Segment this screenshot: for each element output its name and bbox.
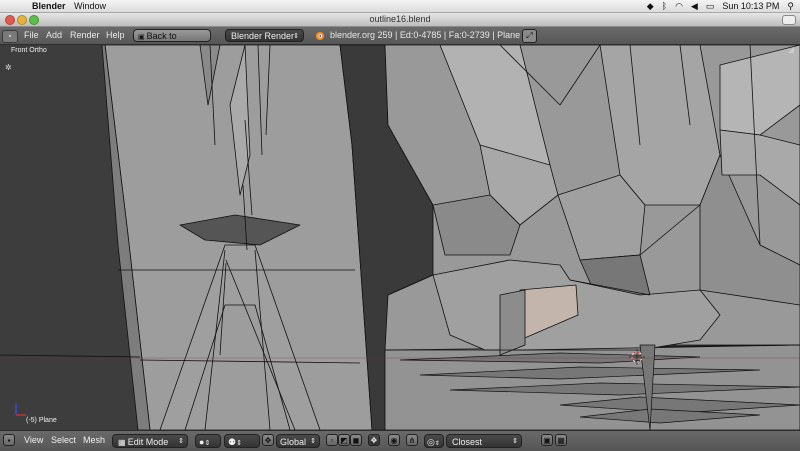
scene-statistics: blender.org 259 | Ed:0-4785 | Fa:0-2739 … xyxy=(330,30,521,40)
back-to-previous-button[interactable]: ▣ Back to Previous xyxy=(133,29,211,55)
orientation-value: Global xyxy=(280,437,307,447)
pivot-point-select[interactable]: ⚉⇕ xyxy=(224,434,260,448)
updown-arrow-icon: ⇕ xyxy=(293,33,299,40)
snap-target-select[interactable]: Closest ⇕ xyxy=(446,434,522,448)
axis-widget-icon xyxy=(15,403,26,416)
3d-viewport[interactable]: Front Ortho ✲ (-5) Plane ◢ xyxy=(0,45,800,430)
transform-orientation-select[interactable]: Global ⇕ xyxy=(276,434,320,448)
editor-type-icon[interactable]: ▪ xyxy=(2,30,18,43)
edge-select-icon[interactable]: ◩ xyxy=(338,434,350,446)
volume-icon[interactable]: ◀ xyxy=(691,0,698,12)
manipulator-toggle-icon[interactable]: ✥ xyxy=(262,434,274,446)
render-engine-value: Blender Render xyxy=(231,31,295,41)
updown-arrow-icon: ⇕ xyxy=(512,438,518,445)
snap-increment-icon: ◎ xyxy=(427,437,435,447)
window-title: outline16.blend xyxy=(369,14,431,24)
spotlight-icon[interactable]: ⚲ xyxy=(787,0,794,12)
mode-value: Edit Mode xyxy=(127,437,169,447)
updown-arrow-icon: ⇕ xyxy=(310,438,316,445)
vertex-select-icon[interactable]: ▫ xyxy=(326,434,338,446)
editor-type-icon[interactable]: ▪ xyxy=(3,434,15,446)
bluetooth-icon[interactable]: ᛒ xyxy=(662,0,667,12)
menu-mesh[interactable]: Mesh xyxy=(83,431,105,450)
pivot-icon: ⚉ xyxy=(228,437,237,447)
render-still-icon[interactable]: ▣ xyxy=(541,434,553,446)
app-menu-blender[interactable]: Blender xyxy=(32,0,66,12)
proportional-edit-icon[interactable]: ◉ xyxy=(388,434,400,446)
updown-arrow-icon: ⇕ xyxy=(204,440,211,447)
fullscreen-icon[interactable]: ⤢ xyxy=(522,29,537,43)
menu-add[interactable]: Add xyxy=(46,27,62,44)
window-titlebar[interactable]: outline16.blend xyxy=(0,13,800,27)
mode-select[interactable]: ▦ Edit Mode ⇕ xyxy=(112,434,188,448)
updown-arrow-icon: ⇕ xyxy=(178,438,184,445)
info-header: ▪ File Add Render Help ▣ Back to Previou… xyxy=(0,27,800,55)
updown-arrow-icon: ⇕ xyxy=(236,440,242,447)
battery-icon[interactable]: ▭ xyxy=(706,0,715,12)
snap-toggle-icon[interactable]: ⋔ xyxy=(406,434,418,446)
blender-logo-icon xyxy=(315,31,325,41)
occlude-geometry-icon[interactable]: ❖ xyxy=(368,434,380,446)
object-label: (-5) Plane xyxy=(26,417,57,424)
mac-menubar: Blender Window ◆ ᛒ ◠ ◀ ▭ Sun 10:13 PM ⚲ xyxy=(0,0,800,13)
mesh-face xyxy=(499,289,526,356)
area-split-corner-icon[interactable]: ◢ xyxy=(788,45,800,55)
viewport-shading-select[interactable]: ●⇕ xyxy=(195,434,221,448)
clock[interactable]: Sun 10:13 PM xyxy=(722,0,779,12)
menu-help[interactable]: Help xyxy=(106,27,125,44)
render-animation-icon[interactable]: ▦ xyxy=(555,434,567,446)
status-area: ◆ ᛒ ◠ ◀ ▭ Sun 10:13 PM ⚲ xyxy=(647,0,794,12)
wifi-icon[interactable]: ◠ xyxy=(675,0,683,12)
snap-element-select[interactable]: ◎⇕ xyxy=(424,434,444,448)
updown-arrow-icon: ⇕ xyxy=(434,441,440,447)
dropbox-icon[interactable]: ◆ xyxy=(647,0,654,12)
menu-select[interactable]: Select xyxy=(51,431,76,450)
edit-mode-icon: ▦ xyxy=(118,438,128,447)
menu-window[interactable]: Window xyxy=(74,0,106,12)
tool-shelf-toggle-icon[interactable]: ✲ xyxy=(5,63,12,72)
snap-target-value: Closest xyxy=(452,437,483,447)
toolbar-toggle-button[interactable] xyxy=(782,15,796,25)
render-engine-select[interactable]: Blender Render ⇕ xyxy=(225,29,304,42)
menu-render[interactable]: Render xyxy=(70,27,100,44)
face-select-icon[interactable]: ◼ xyxy=(350,434,362,446)
view-label: Front Ortho xyxy=(11,47,47,54)
3d-view-header: ▪ View Select Mesh ▦ Edit Mode ⇕ ●⇕ ⚉⇕ ✥… xyxy=(0,430,800,451)
screen-icon: ▣ xyxy=(138,34,147,41)
mesh-wireframe xyxy=(0,45,800,430)
menu-file[interactable]: File xyxy=(24,27,39,44)
menu-view[interactable]: View xyxy=(24,431,43,450)
